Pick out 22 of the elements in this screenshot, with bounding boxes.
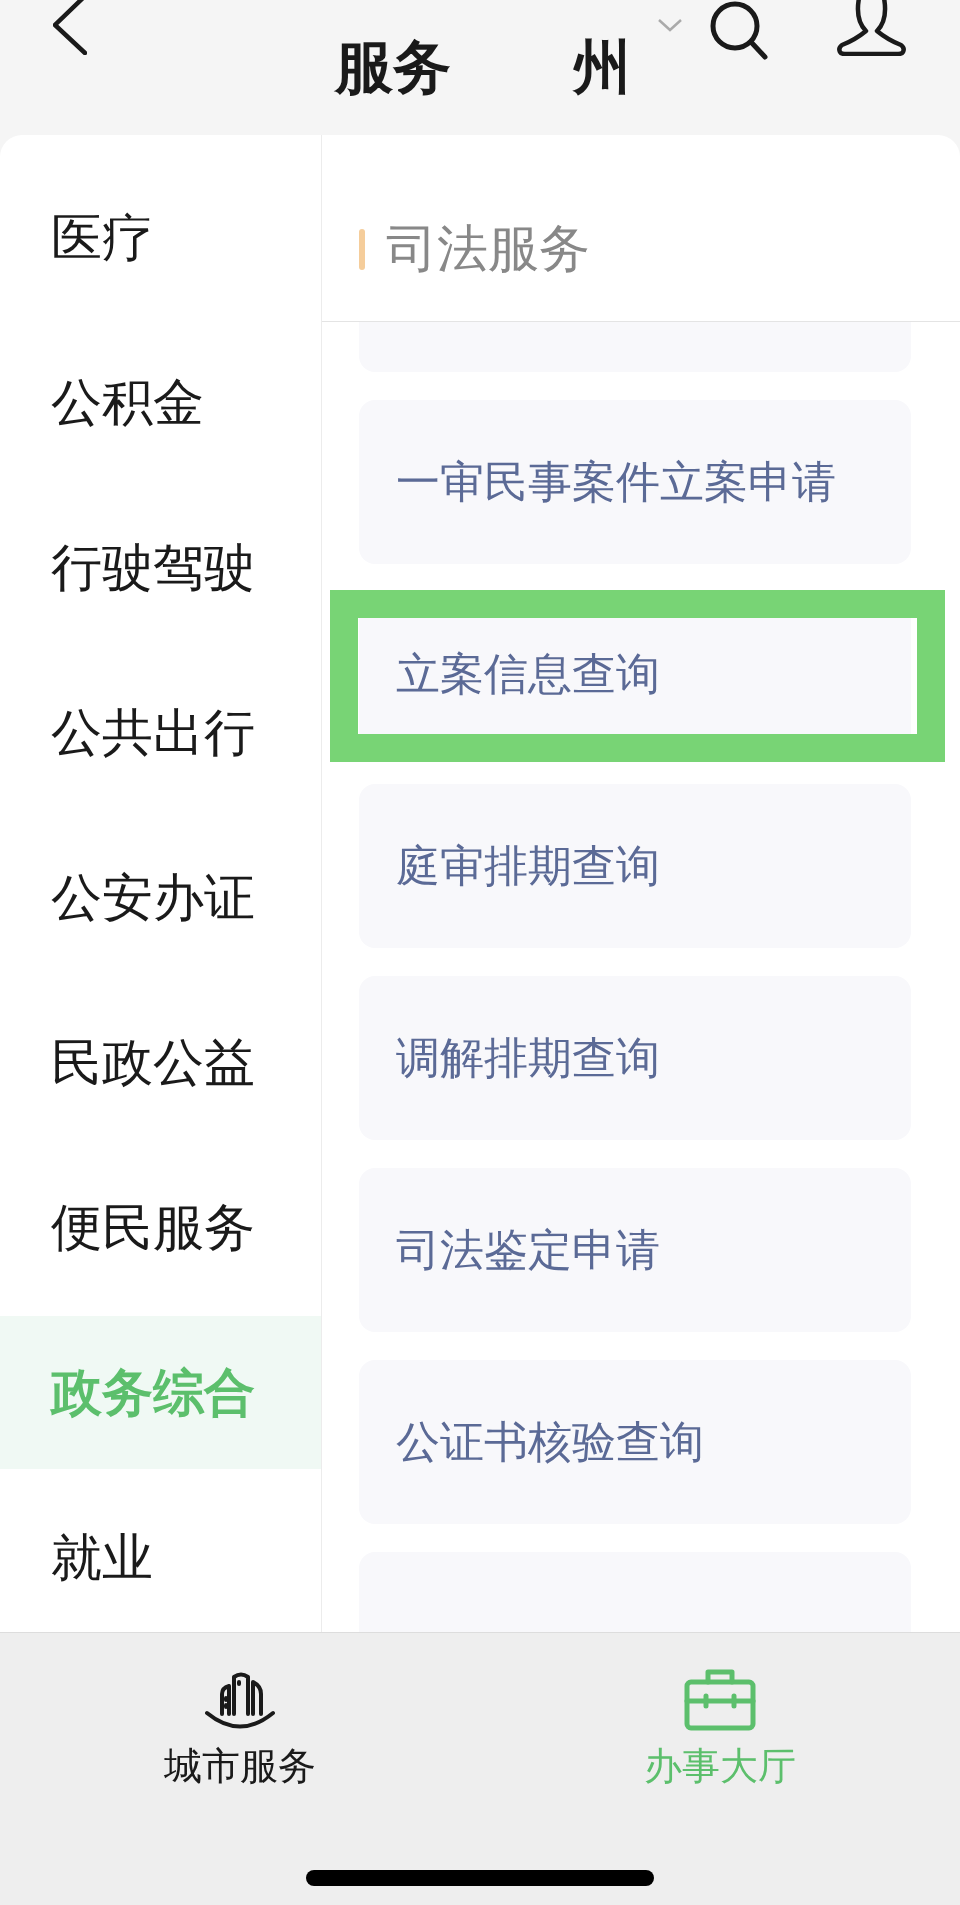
sidebar-item[interactable]: 医疗 xyxy=(0,161,321,314)
accent-bar-icon xyxy=(359,228,365,270)
service-card[interactable]: 公证书核验查询 xyxy=(359,1360,911,1524)
sidebar-item[interactable]: 民政公益 xyxy=(0,986,321,1139)
service-card[interactable]: 庭审排期查询 xyxy=(359,784,911,948)
search-icon[interactable] xyxy=(708,0,768,60)
service-card[interactable]: 调解排期查询 xyxy=(359,976,911,1140)
sidebar-item[interactable]: 公共出行 xyxy=(0,656,321,809)
back-icon[interactable] xyxy=(53,0,87,55)
sidebar-item[interactable]: 公安办证 xyxy=(0,821,321,974)
sidebar-item[interactable]: 就业 xyxy=(0,1481,321,1632)
sidebar-item[interactable]: 便民服务 xyxy=(0,1151,321,1304)
service-card[interactable]: 司法鉴定申请 xyxy=(359,1168,911,1332)
page-title: 服务 xyxy=(335,38,451,96)
briefcase-icon xyxy=(684,1668,756,1732)
person-icon[interactable] xyxy=(837,0,906,56)
section-title: 司法服务 xyxy=(386,218,590,280)
tab[interactable]: 城市服务 xyxy=(164,1668,316,1790)
city-name[interactable]: 州 xyxy=(573,38,631,96)
sidebar-item[interactable]: 行驶驾驶 xyxy=(0,491,321,644)
sidebar-item[interactable]: 公积金 xyxy=(0,326,321,479)
service-card[interactable]: 一审民事案件立案申请 xyxy=(359,400,911,564)
